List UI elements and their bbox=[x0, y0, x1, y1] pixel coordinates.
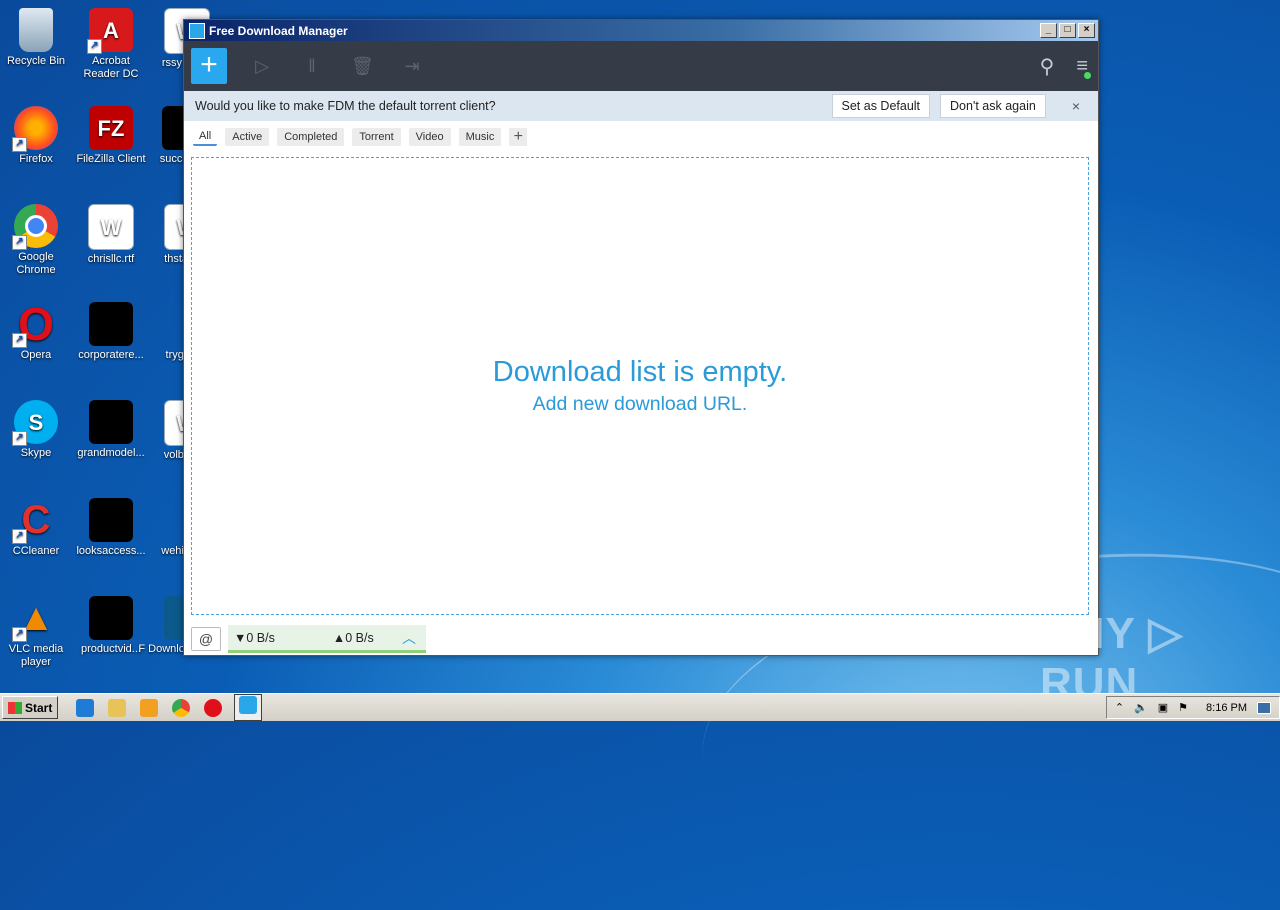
filezilla-icon: FZ bbox=[89, 106, 133, 150]
skype-icon: S ↗ bbox=[12, 400, 58, 446]
desktop-icon-label: Skype bbox=[20, 447, 52, 459]
redacted-thumbnail bbox=[89, 596, 133, 640]
desktop-icon-vlc[interactable]: ▲ ↗ VLC media player bbox=[0, 596, 74, 669]
volume-icon[interactable]: 🔈 bbox=[1134, 701, 1148, 714]
shortcut-arrow-icon: ↗ bbox=[12, 431, 27, 446]
word-document-icon: W bbox=[88, 204, 134, 250]
fdm-window: Free Download Manager _ □ × + ▷ ‖ 🗑 ⇥ ⚲ … bbox=[183, 19, 1099, 656]
windows-logo-icon bbox=[8, 701, 22, 714]
search-icon[interactable]: ⚲ bbox=[1040, 54, 1055, 79]
desktop-icon-label: Opera bbox=[20, 349, 52, 361]
fdm-app-icon bbox=[164, 596, 184, 640]
shortcut-arrow-icon: ↗ bbox=[12, 137, 27, 152]
shortcut-arrow-icon: ↗ bbox=[12, 333, 27, 348]
desktop-icon-opera[interactable]: O ↗ Opera bbox=[0, 301, 74, 362]
resume-icon[interactable]: ▷ bbox=[251, 55, 273, 77]
desktop-icon-label: VLC media player bbox=[8, 643, 64, 668]
default-client-notice: Would you like to make FDM the default t… bbox=[184, 91, 1098, 121]
empty-list-title: Download list is empty. bbox=[492, 356, 788, 388]
download-speed: ▼0 B/s bbox=[234, 630, 275, 645]
network-icon[interactable]: ▣ bbox=[1158, 701, 1168, 714]
filter-tabs: All Active Completed Torrent Video Music… bbox=[184, 121, 1098, 153]
shortcut-arrow-icon: ↗ bbox=[12, 627, 27, 642]
file-explorer-icon[interactable] bbox=[108, 698, 127, 717]
close-button[interactable]: × bbox=[1078, 23, 1095, 38]
add-tab-button[interactable]: + bbox=[509, 128, 528, 146]
chrome-icon: ↗ bbox=[12, 204, 58, 250]
start-label: Start bbox=[25, 700, 53, 715]
maximize-button[interactable]: □ bbox=[1059, 23, 1076, 38]
opera-icon: O ↗ bbox=[12, 301, 58, 348]
media-player-icon[interactable] bbox=[140, 698, 159, 717]
desktop-icon-label: CCleaner bbox=[12, 545, 60, 557]
desktop-icon-recycle-bin[interactable]: Recycle Bin bbox=[0, 8, 74, 68]
recycle-bin-icon bbox=[19, 8, 53, 52]
close-notice-icon[interactable]: × bbox=[1072, 98, 1080, 114]
chrome-taskbar-icon[interactable] bbox=[172, 698, 191, 717]
tab-completed[interactable]: Completed bbox=[277, 128, 345, 146]
firefox-icon: ↗ bbox=[12, 106, 58, 152]
internet-explorer-icon[interactable] bbox=[76, 698, 95, 717]
shortcut-arrow-icon: ↗ bbox=[87, 39, 102, 54]
desktop-icon-skype[interactable]: S ↗ Skype bbox=[0, 400, 74, 460]
tab-video[interactable]: Video bbox=[408, 128, 451, 146]
pause-icon[interactable]: ‖ bbox=[301, 55, 323, 77]
window-title: Free Download Manager bbox=[209, 23, 348, 38]
desktop-icon-label: Google Chrome bbox=[16, 251, 56, 276]
tab-music[interactable]: Music bbox=[458, 128, 502, 146]
move-to-folder-icon[interactable]: ⇥ bbox=[401, 55, 423, 77]
minimize-button[interactable]: _ bbox=[1040, 23, 1057, 38]
title-bar[interactable]: Free Download Manager _ □ × bbox=[184, 20, 1098, 41]
clock[interactable]: 8:16 PM bbox=[1206, 702, 1247, 714]
vlc-cone-icon: ▲ ↗ bbox=[12, 596, 58, 642]
tray-expand-icon[interactable]: ⌃ bbox=[1115, 701, 1124, 714]
fdm-taskbar-icon bbox=[239, 696, 258, 714]
desktop-icon-firefox[interactable]: ↗ Firefox bbox=[0, 106, 74, 166]
tab-all[interactable]: All bbox=[193, 128, 218, 146]
download-drop-area[interactable]: Download list is empty. Add new download… bbox=[191, 157, 1089, 615]
menu-icon[interactable]: ≡ bbox=[1076, 55, 1091, 79]
snail-speed-icon[interactable]: @ bbox=[191, 627, 221, 651]
add-download-button[interactable]: + bbox=[191, 48, 227, 84]
chevron-up-icon[interactable]: ︿ bbox=[402, 628, 416, 648]
blank-icon bbox=[142, 498, 186, 542]
upload-speed: ▲0 B/s bbox=[332, 630, 374, 645]
start-button[interactable]: Start bbox=[2, 696, 59, 719]
window-controls: _ □ × bbox=[1040, 23, 1095, 38]
show-desktop-icon[interactable] bbox=[1257, 701, 1271, 714]
status-bar: @ ▼0 B/s ▲0 B/s ︿ bbox=[184, 623, 1098, 655]
add-url-link[interactable]: Add new download URL. bbox=[533, 393, 748, 416]
redacted-thumbnail bbox=[89, 302, 133, 346]
toolbar: + ▷ ‖ 🗑 ⇥ ⚲ ≡ bbox=[184, 41, 1098, 91]
dont-ask-again-button[interactable]: Don't ask again bbox=[940, 94, 1046, 118]
notification-dot bbox=[1084, 71, 1091, 79]
fdm-app-icon bbox=[189, 22, 205, 39]
notice-message: Would you like to make FDM the default t… bbox=[195, 99, 496, 113]
desktop-icon-label: Firefox bbox=[19, 153, 53, 165]
action-center-flag-icon[interactable]: ⚑ bbox=[1178, 701, 1188, 714]
desktop-icon-label: Recycle Bin bbox=[6, 55, 66, 67]
tab-torrent[interactable]: Torrent bbox=[352, 128, 401, 146]
blank-icon bbox=[142, 302, 186, 346]
shortcut-arrow-icon: ↗ bbox=[12, 529, 27, 544]
speed-indicator[interactable]: ▼0 B/s ▲0 B/s ︿ bbox=[228, 625, 426, 653]
taskbar: Start ⌃ 🔈 ▣ ⚑ 8:16 PM bbox=[0, 693, 1280, 721]
ccleaner-icon: C ↗ bbox=[12, 498, 58, 544]
desktop-icon-ccleaner[interactable]: C ↗ CCleaner bbox=[0, 498, 74, 558]
desktop-icon-chrome[interactable]: ↗ Google Chrome bbox=[0, 204, 74, 277]
fdm-taskbar-button[interactable] bbox=[234, 694, 263, 721]
shortcut-arrow-icon: ↗ bbox=[12, 235, 27, 250]
set-as-default-button[interactable]: Set as Default bbox=[831, 94, 931, 118]
tab-active[interactable]: Active bbox=[225, 128, 270, 146]
redacted-thumbnail bbox=[89, 498, 133, 542]
delete-icon[interactable]: 🗑 bbox=[351, 55, 374, 77]
acrobat-icon: A ↗ bbox=[87, 8, 133, 54]
redacted-thumbnail bbox=[89, 400, 133, 444]
system-tray: ⌃ 🔈 ▣ ⚑ 8:16 PM bbox=[1105, 696, 1280, 719]
opera-taskbar-icon[interactable] bbox=[204, 698, 223, 717]
